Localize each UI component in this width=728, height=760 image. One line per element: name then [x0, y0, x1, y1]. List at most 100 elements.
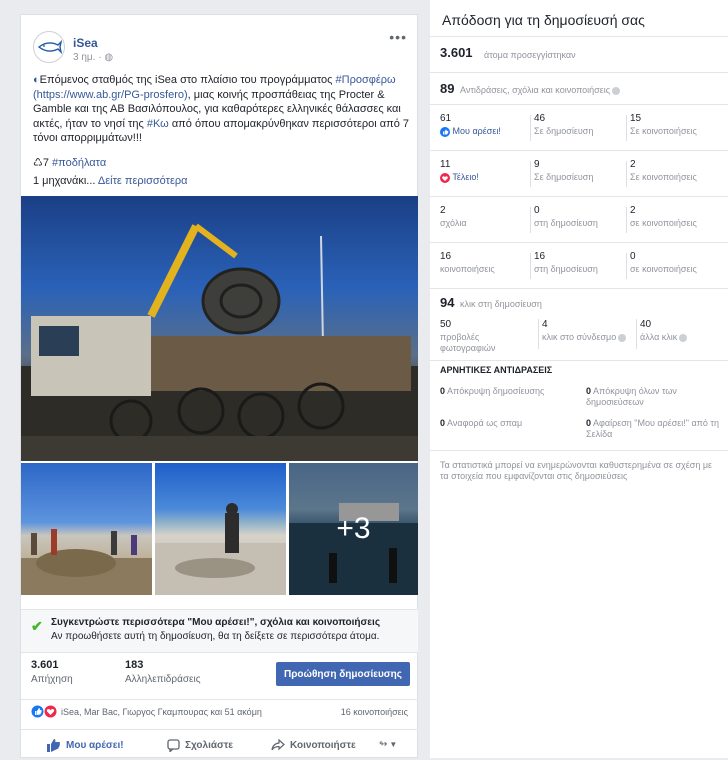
likes-post-value: 46: [534, 113, 546, 124]
shares-shares-cell: 0 σε κοινοποιήσεις: [630, 251, 697, 275]
shares-count-link[interactable]: 16 κοινοποιήσεις: [341, 707, 408, 717]
likes-cell: 61 Μου αρέσει!: [440, 113, 501, 137]
post-time[interactable]: 3 ημ. ·: [73, 52, 102, 63]
thumbs-up-icon: [47, 739, 61, 752]
insights-panel: Απόδοση για τη δημοσίευσή σας 3.601 άτομ…: [430, 0, 728, 758]
divider: [626, 253, 627, 279]
comments-shares-cell: 2 σε κοινοποιήσεις: [630, 205, 697, 229]
hashtag-bikes[interactable]: #ποδήλατα: [52, 157, 106, 169]
more-photos-overlay[interactable]: +3: [289, 463, 418, 595]
love-shares-value: 2: [630, 159, 636, 170]
negative-unlike-page: 0 Αφαίρεση "Μου αρέσει!" από τη Σελίδα: [586, 418, 728, 440]
shares-post-cell: 16 στη δημοσίευση: [534, 251, 598, 275]
likes-label: Μου αρέσει!: [452, 126, 501, 136]
share-arrow-icon-small: ↬: [379, 739, 388, 750]
share-arrow-icon: [271, 739, 285, 751]
bike-count: ♺7: [33, 157, 53, 169]
shares-shares-value: 0: [630, 251, 636, 262]
like-action-button[interactable]: Μου αρέσει!: [47, 739, 124, 752]
comments-post-label: στη δημοσίευση: [534, 218, 598, 228]
page-name-link[interactable]: iSea: [73, 36, 98, 50]
reach-row: 3.601 άτομα προσεγγίστηκαν: [430, 36, 728, 71]
shares-label: κοινοποιήσεις: [440, 264, 495, 274]
post-text-lead: Επόμενος σταθμός της iSea στο πλαίσιο το…: [39, 74, 336, 86]
likes-row: 61 Μου αρέσει! 46 Σε δημοσίευση 15 Σε κο…: [430, 104, 728, 149]
likes-post-cell: 46 Σε δημοσίευση: [534, 113, 593, 137]
divider: [626, 207, 627, 233]
fish-logo-icon: [38, 40, 62, 54]
negative-feedback-title: ΑΡΝΗΤΙΚΕΣ ΑΝΤΙΔΡΑΣΕΙΣ: [440, 365, 553, 375]
prosfero-url-link[interactable]: (https://www.ab.gr/PG-prosfero): [33, 89, 188, 101]
love-value: 11: [440, 159, 451, 170]
share-action-label[interactable]: Κοινοποιήστε: [290, 740, 356, 751]
divider: [626, 115, 627, 141]
moon-icon: ◐: [33, 74, 40, 86]
post-timestamp[interactable]: 3 ημ. · ◍: [73, 52, 113, 63]
negative-hide-post: 0 Απόκρυψη δημοσίευσης: [440, 386, 580, 397]
info-icon[interactable]: [612, 86, 621, 95]
comments-post-value: 0: [534, 205, 540, 216]
boost-subtitle: Αν προωθήσετε αυτή τη δημοσίευση, θα τη …: [51, 631, 380, 642]
link-clicks-cell: 4 κλικ στο σύνδεσμο: [542, 319, 632, 343]
insights-title: Απόδοση για τη δημοσίευσή σας: [442, 12, 645, 28]
hide-post-label: Απόκρυψη δημοσίευσης: [447, 386, 545, 396]
info-icon[interactable]: [679, 333, 688, 342]
boost-suggestion: ✔ Συγκεντρώστε περισσότερα "Μου αρέσει!"…: [21, 609, 418, 653]
divider: [530, 161, 531, 187]
link-clicks-value: 4: [542, 319, 548, 330]
reactions-total-value: 89: [440, 81, 455, 96]
hide-post-value: 0: [440, 386, 446, 396]
other-clicks-label-wrap: άλλα κλικ: [640, 332, 726, 343]
divider: [538, 319, 539, 349]
photo-thumbnails: +3: [21, 463, 418, 595]
link-clicks-label: κλικ στο σύνδεσμο: [542, 332, 617, 342]
comment-action-label[interactable]: Σχολιάστε: [185, 740, 233, 751]
shares-post-value: 16: [534, 251, 546, 262]
love-label-wrap: Τέλειο!: [440, 172, 479, 183]
page-avatar[interactable]: [33, 31, 65, 63]
thumbnail-1[interactable]: [21, 463, 152, 595]
hide-all-label: Απόκρυψη όλων των δημοσιεύσεων: [586, 386, 677, 407]
love-reaction-icon: [440, 172, 450, 183]
negative-hide-all: 0 Απόκρυψη όλων των δημοσιεύσεων: [586, 386, 726, 408]
post-text: ◐Επόμενος σταθμός της iSea στο πλαίσιο τ…: [33, 73, 411, 146]
hide-all-value: 0: [586, 386, 592, 396]
thumbnail-2[interactable]: [155, 463, 286, 595]
hashtag-prosfero[interactable]: #Προσφέρω: [336, 74, 396, 86]
boost-title: Συγκεντρώστε περισσότερα "Μου αρέσει!", …: [51, 617, 381, 628]
shares-post-label: στη δημοσίευση: [534, 264, 598, 274]
checkmark-icon: ✔: [31, 618, 43, 634]
divider: [626, 161, 627, 187]
likes-shares-label: Σε κοινοποιήσεις: [630, 126, 697, 136]
comment-action-button[interactable]: Σχολιάστε: [167, 739, 233, 752]
reaction-icons[interactable]: [31, 705, 59, 723]
reactors-names[interactable]: iSea, Mar Bac, Γιωργος Γκαμπουρας και 51…: [61, 707, 262, 717]
post-line-bikes: ♺7 #ποδήλατα: [33, 156, 106, 169]
divider: [530, 207, 531, 233]
likes-post-label: Σε δημοσίευση: [534, 126, 594, 136]
audience-selector[interactable]: ↬ ▼: [379, 739, 397, 750]
see-more-link[interactable]: Δείτε περισσότερα: [98, 175, 188, 187]
shares-row: 16 κοινοποιήσεις 16 στη δημοσίευση 0 σε …: [430, 242, 728, 287]
report-spam-value: 0: [440, 418, 446, 428]
hashtag-kos[interactable]: #Κω: [147, 118, 169, 130]
love-post-cell: 9 Σε δημοσίευση: [534, 159, 593, 183]
comments-row: 2 σχόλια 0 στη δημοσίευση 2 σε κοινοποιή…: [430, 196, 728, 241]
post-line-more: 1 μηχανάκι... Δείτε περισσότερα: [33, 175, 188, 187]
shares-cell: 16 κοινοποιήσεις: [440, 251, 495, 275]
post-options-button[interactable]: •••: [389, 29, 407, 45]
share-action-button[interactable]: Κοινοποιήστε: [271, 739, 356, 751]
reach-label: Απήχηση: [31, 674, 73, 685]
promote-post-button[interactable]: Προώθηση δημοσίευσης: [276, 662, 410, 686]
shares-shares-label: σε κοινοποιήσεις: [630, 264, 697, 274]
like-action-label[interactable]: Μου αρέσει!: [66, 740, 124, 751]
comments-shares-label: σε κοινοποιήσεις: [630, 218, 697, 228]
likes-value: 61: [440, 113, 452, 124]
reactions-total-label-text: Αντιδράσεις, σχόλια και κοινοποιήσεις: [460, 85, 611, 95]
main-photo[interactable]: [21, 196, 418, 461]
negative-divider: [430, 360, 728, 361]
chevron-down-icon: ▼: [389, 740, 398, 749]
reached-label: άτομα προσεγγίστηκαν: [484, 50, 576, 60]
engagement-value: 183: [125, 659, 144, 671]
info-icon[interactable]: [618, 333, 627, 342]
